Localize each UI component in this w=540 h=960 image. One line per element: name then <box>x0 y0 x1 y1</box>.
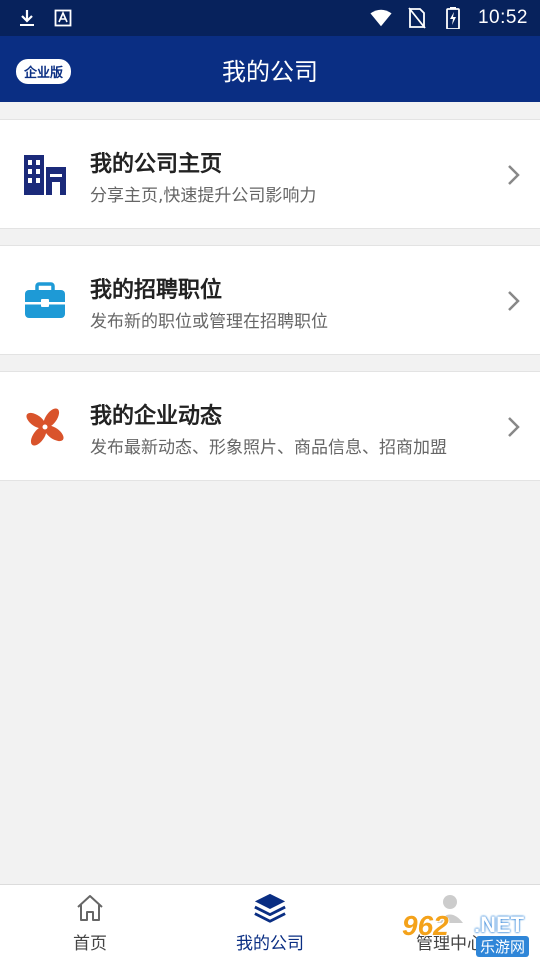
chevron-right-icon <box>504 415 524 439</box>
status-right: 10:52 <box>370 7 528 29</box>
job-postings-card[interactable]: 我的招聘职位 发布新的职位或管理在招聘职位 <box>0 245 540 355</box>
page-title: 我的公司 <box>222 57 318 86</box>
card-title: 我的公司主页 <box>90 152 223 177</box>
status-left <box>16 7 74 29</box>
briefcase-icon <box>22 278 68 324</box>
wifi-icon <box>370 7 392 29</box>
watermark-site: 乐游网 <box>476 936 530 957</box>
card-title: 我的企业动态 <box>90 404 223 429</box>
card-subtitle: 发布新的职位或管理在招聘职位 <box>90 312 328 332</box>
edition-badge: 企业版 <box>16 59 72 84</box>
nav-label: 我的公司 <box>236 934 304 954</box>
no-sim-icon <box>406 7 428 29</box>
status-time: 10:52 <box>477 7 528 28</box>
watermark-suffix: .NET <box>474 912 525 937</box>
battery-charging-icon <box>442 7 464 29</box>
download-icon <box>16 7 38 29</box>
card-subtitle: 发布最新动态、形象照片、商品信息、招商加盟 <box>90 438 447 458</box>
card-title: 我的招聘职位 <box>90 278 223 303</box>
site-watermark: 962 .NET 乐游网 <box>398 910 538 957</box>
nav-item-my-company[interactable]: 我的公司 <box>180 885 360 960</box>
chevron-right-icon <box>504 289 524 313</box>
pinwheel-icon <box>22 404 68 450</box>
watermark-number: 962 <box>402 910 449 941</box>
home-icon <box>73 891 107 925</box>
status-bar: 10:52 <box>0 0 540 36</box>
nav-item-home[interactable]: 首页 <box>0 885 180 960</box>
building-icon <box>22 152 68 198</box>
company-homepage-card[interactable]: 我的公司主页 分享主页,快速提升公司影响力 <box>0 119 540 229</box>
card-subtitle: 分享主页,快速提升公司影响力 <box>90 186 317 206</box>
company-news-card[interactable]: 我的企业动态 发布最新动态、形象照片、商品信息、招商加盟 <box>0 371 540 481</box>
layers-icon <box>253 891 287 925</box>
nav-label: 首页 <box>73 934 107 954</box>
app-header: 企业版 我的公司 <box>0 36 540 102</box>
chevron-right-icon <box>504 163 524 187</box>
app-icon <box>52 7 74 29</box>
